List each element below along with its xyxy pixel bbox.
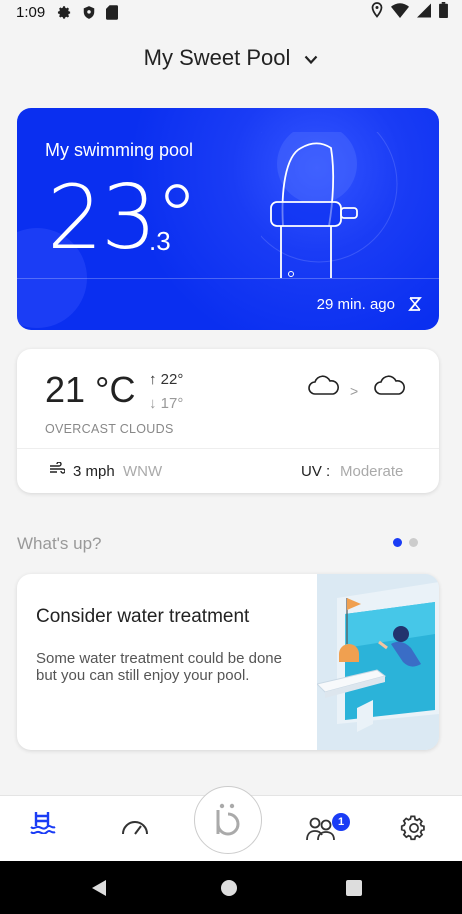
notification-badge: 1 (332, 813, 350, 831)
last-update-time: 29 min. ago (316, 296, 395, 313)
wind-direction: WNW (123, 463, 163, 480)
brand-logo-icon (216, 803, 240, 836)
signal-icon (417, 3, 431, 22)
water-temperature: 23° (47, 166, 199, 269)
pool-temperature-card[interactable]: My swimming pool 23° .3 29 min. ago (17, 108, 439, 330)
pager-dot[interactable] (409, 538, 418, 547)
air-temperature: 21 °C (45, 369, 136, 410)
pool-swimmer-illustration (317, 574, 439, 750)
chevron-down-icon (304, 45, 318, 71)
system-navigation-bar (0, 861, 462, 914)
cloud-icon (373, 373, 405, 402)
pool-card-name: My swimming pool (45, 140, 194, 160)
status-right (371, 2, 448, 22)
gauge-icon[interactable] (120, 814, 150, 841)
weather-description: OVERCAST CLOUDS (45, 422, 174, 436)
gear-icon (57, 5, 72, 20)
brand-logo-button[interactable] (194, 786, 262, 854)
forecast-arrow: > (350, 383, 359, 399)
temp-high: ↑ 22° (149, 371, 184, 388)
recents-icon[interactable] (345, 879, 363, 902)
uv-label: UV : (301, 463, 331, 480)
pager-dot-active[interactable] (393, 538, 402, 547)
bottom-navigation: 1 (0, 786, 462, 861)
sd-card-icon (106, 4, 119, 20)
location-icon (371, 2, 383, 22)
weather-divider (17, 448, 439, 449)
status-time: 1:09 (16, 3, 46, 21)
treatment-body: Some water treatment could be done but y… (36, 650, 282, 684)
page-title: My Sweet Pool (143, 45, 291, 70)
battery-icon (439, 2, 448, 22)
uv-value: Moderate (340, 463, 404, 480)
treatment-title: Consider water treatment (36, 606, 250, 627)
carousel-pager (393, 538, 418, 547)
shield-icon (82, 5, 96, 20)
sync-icon (407, 296, 423, 317)
status-bar: 1:09 (0, 0, 462, 24)
wind-speed: 3 mph (73, 463, 115, 480)
wind-icon (49, 461, 66, 481)
cloud-icon (307, 373, 339, 402)
pool-sensor-illustration (261, 132, 398, 278)
gear-icon[interactable] (400, 814, 428, 847)
pool-selector[interactable]: My Sweet Pool (0, 40, 462, 76)
whats-up-heading: What's up? (17, 534, 102, 553)
home-icon[interactable] (220, 879, 238, 902)
water-treatment-card[interactable]: Consider water treatment Some water trea… (17, 574, 439, 750)
weather-card[interactable]: 21 °C ↑ 22° ↓ 17° OVERCAST CLOUDS > 3 mp… (17, 349, 439, 493)
pool-icon[interactable] (30, 810, 56, 839)
water-temperature-decimal: .3 (149, 226, 171, 256)
back-icon[interactable] (90, 879, 108, 902)
wifi-icon (391, 2, 409, 22)
pool-card-divider (17, 278, 439, 279)
app-screen: 1:09 My Sweet Pool My swimming pool 23° … (0, 0, 462, 914)
temp-low: ↓ 17° (149, 395, 184, 412)
